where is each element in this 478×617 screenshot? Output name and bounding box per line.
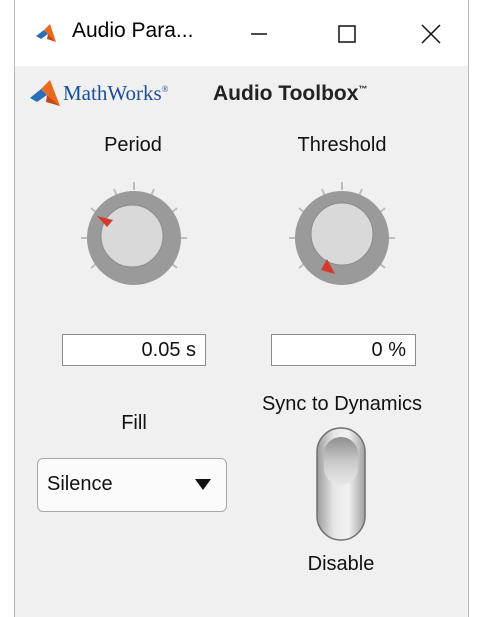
maximize-button[interactable] — [314, 8, 380, 60]
window-title: Audio Para... — [72, 19, 194, 42]
product-name: Audio Toolbox™ — [213, 82, 368, 105]
maximize-icon — [338, 25, 356, 43]
threshold-knob[interactable] — [267, 178, 417, 308]
sync-state-label: Disable — [307, 553, 375, 575]
fill-label: Fill — [121, 412, 147, 434]
sync-toggle-switch[interactable] — [316, 427, 366, 541]
close-button[interactable] — [398, 8, 464, 60]
mathworks-logo-icon — [30, 80, 60, 106]
close-icon — [421, 24, 441, 44]
threshold-label: Threshold — [297, 134, 387, 156]
period-label: Period — [104, 134, 162, 156]
company-name: MathWorks® — [63, 81, 169, 105]
threshold-value-field[interactable]: 0 % — [271, 334, 416, 366]
minimize-icon — [251, 33, 267, 35]
sync-to-dynamics-label: Sync to Dynamics — [261, 393, 423, 415]
matlab-logo-icon — [36, 24, 56, 42]
title-bar[interactable]: Audio Para... — [15, 0, 468, 66]
minimize-button[interactable] — [226, 8, 292, 60]
period-knob[interactable] — [59, 178, 209, 308]
fill-dropdown[interactable]: Silence — [37, 458, 227, 512]
fill-selected-value: Silence — [47, 473, 113, 495]
dropdown-arrow-icon — [195, 479, 211, 490]
period-value-field[interactable]: 0.05 s — [62, 334, 206, 366]
audio-parameter-window: Audio Para... MathWorks® Audio Toolbox™ — [14, 0, 469, 617]
